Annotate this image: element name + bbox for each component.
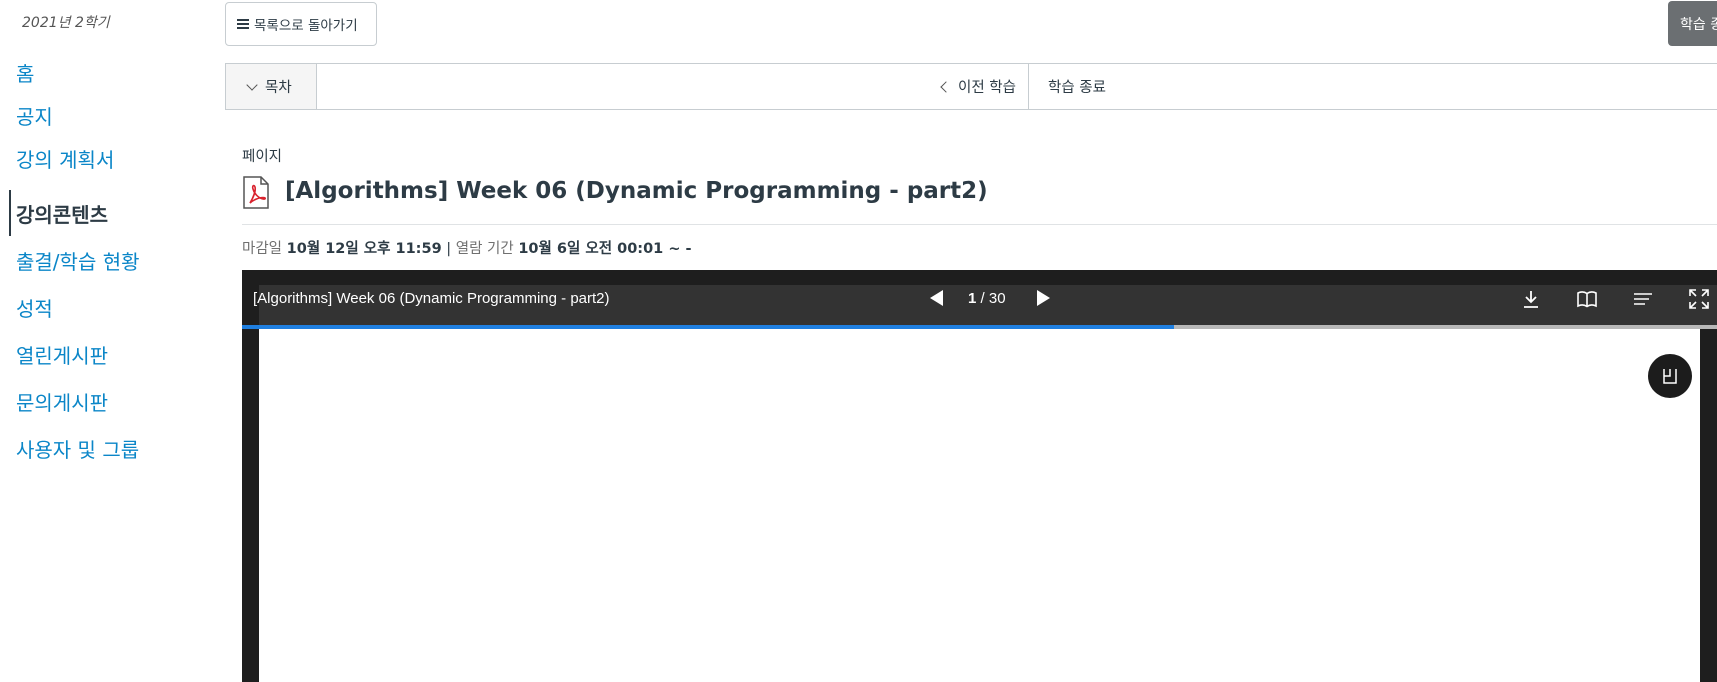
- fullscreen-icon[interactable]: [1687, 287, 1711, 311]
- deadline-value: 10월 12일 오후 11:59: [286, 241, 442, 257]
- sidebar-item-users-groups[interactable]: 사용자 및 그룹: [16, 434, 139, 463]
- page-type-label: 페이지: [242, 149, 283, 165]
- divider: [242, 224, 1717, 225]
- page-indicator: 1 / 30: [968, 290, 1006, 307]
- end-learning-label: 학습 종료: [1048, 80, 1106, 96]
- page-separator: /: [976, 290, 989, 307]
- chevron-down-icon: [246, 78, 258, 91]
- previous-page-icon[interactable]: [930, 290, 943, 306]
- term-label: 2021년 2학기: [22, 15, 110, 31]
- end-learning-button[interactable]: 학습 종료: [1048, 64, 1106, 109]
- next-page-icon[interactable]: [1037, 290, 1050, 306]
- sidebar-item-attendance[interactable]: 출결/학습 현황: [16, 246, 140, 275]
- back-to-list-label: 목록으로 돌아가기: [254, 18, 358, 34]
- viewer-document-title: [Algorithms] Week 06 (Dynamic Programmin…: [253, 290, 610, 307]
- outline-icon[interactable]: [1631, 287, 1655, 311]
- page-title: [Algorithms] Week 06 (Dynamic Programmin…: [285, 178, 988, 204]
- hand-tool-icon: [1663, 369, 1677, 384]
- sidebar-item-grades[interactable]: 성적: [16, 293, 53, 322]
- hand-tool-button[interactable]: [1648, 354, 1692, 398]
- page-meta: 마감일 10월 12일 오후 11:59 | 열람 기간 10월 6일 오전 0…: [242, 237, 692, 258]
- sidebar-item-home[interactable]: 홈: [16, 58, 34, 87]
- pdf-page-canvas[interactable]: [259, 329, 1700, 682]
- learning-nav-bar: 목차 이전 학습 학습 종료: [225, 63, 1717, 110]
- download-icon[interactable]: [1519, 287, 1543, 311]
- chevron-left-icon: [940, 80, 952, 93]
- deadline-label: 마감일: [242, 241, 283, 257]
- sidebar-item-contents[interactable]: 강의콘텐츠: [16, 199, 108, 228]
- end-learning-top-button[interactable]: 학습 종료: [1668, 1, 1717, 46]
- list-icon: [237, 19, 249, 29]
- pdf-file-icon: [243, 176, 269, 209]
- period-label: 열람 기간: [455, 241, 514, 257]
- previous-learning-label: 이전 학습: [958, 80, 1016, 96]
- toc-button[interactable]: 목차: [226, 64, 317, 109]
- sidebar-item-qna-board[interactable]: 문의게시판: [16, 387, 108, 416]
- active-indicator: [9, 190, 11, 236]
- back-to-list-button[interactable]: 목록으로 돌아가기: [225, 2, 377, 46]
- previous-learning-button[interactable]: 이전 학습: [940, 64, 1029, 109]
- course-sidebar: 2021년 2학기 홈 공지 강의 계획서 강의콘텐츠 출결/학습 현황 성적 …: [0, 0, 215, 682]
- meta-separator: |: [446, 241, 452, 257]
- sidebar-item-open-board[interactable]: 열린게시판: [16, 340, 108, 369]
- toc-label: 목차: [265, 80, 292, 96]
- sidebar-item-syllabus[interactable]: 강의 계획서: [16, 144, 114, 173]
- period-value: 10월 6일 오전 00:01 ~ -: [518, 241, 692, 257]
- book-view-icon[interactable]: [1575, 287, 1599, 311]
- sidebar-item-notice[interactable]: 공지: [16, 101, 53, 130]
- total-pages: 30: [988, 290, 1006, 307]
